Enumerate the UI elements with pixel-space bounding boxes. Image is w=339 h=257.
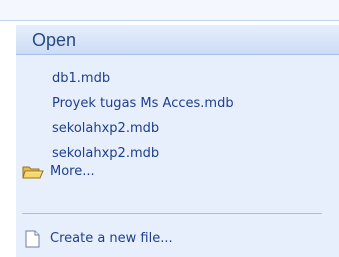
section-divider (22, 213, 322, 214)
open-section-header: Open (16, 25, 339, 55)
create-label: Create a new file... (50, 231, 173, 246)
more-label: More... (50, 164, 95, 179)
recent-file-link[interactable]: sekolahxp2.mdb (52, 146, 159, 162)
task-pane: Open db1.mdb Proyek tugas Ms Acces.mdb s… (0, 0, 339, 257)
create-new-file-link[interactable]: Create a new file... (22, 230, 173, 248)
recent-file-link[interactable]: Proyek tugas Ms Acces.mdb (52, 96, 234, 112)
recent-file-link[interactable]: sekolahxp2.mdb (52, 121, 159, 137)
open-folder-icon (22, 163, 44, 181)
task-pane-top-strip (0, 0, 339, 21)
more-files-link[interactable]: More... (22, 163, 95, 181)
recent-file-link[interactable]: db1.mdb (52, 71, 110, 87)
new-document-icon (22, 230, 44, 248)
section-title: Open (32, 30, 77, 50)
